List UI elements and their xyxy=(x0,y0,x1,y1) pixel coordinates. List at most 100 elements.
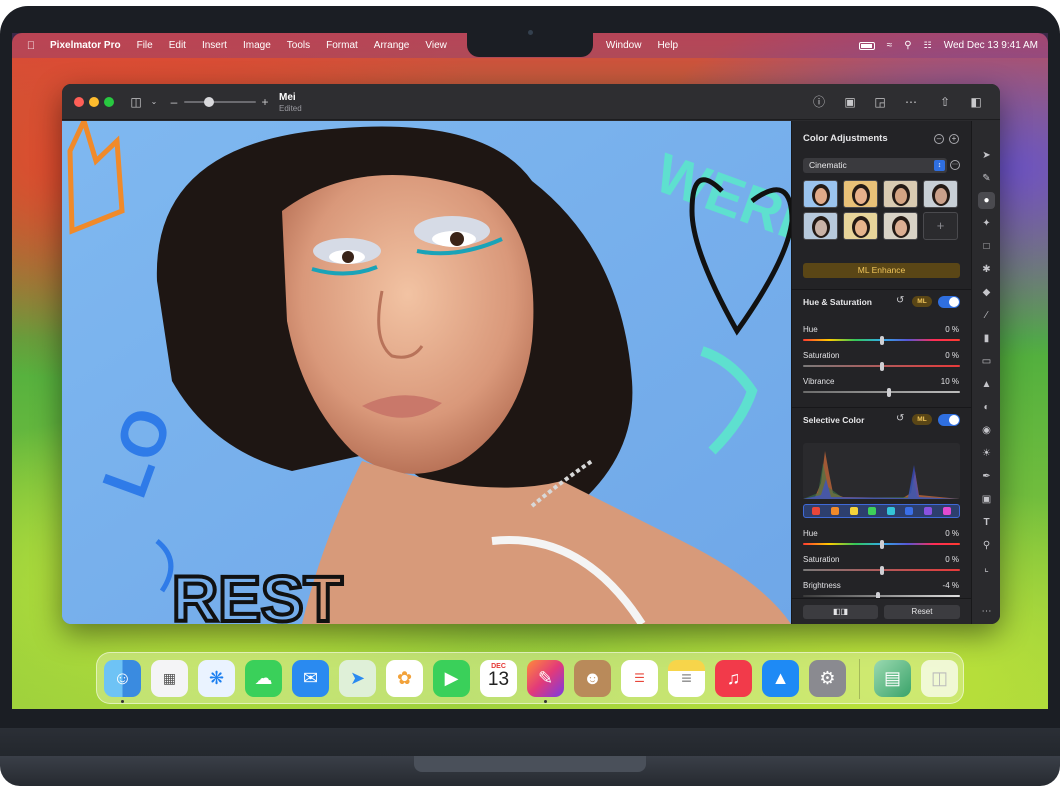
paint-brush-icon[interactable]: ∕ xyxy=(978,307,995,324)
inspector-toggle-icon[interactable]: ◧ xyxy=(967,93,985,111)
preset-thumbnail[interactable] xyxy=(803,212,838,240)
app-store-icon[interactable]: ▲ xyxy=(762,660,799,697)
hue-value[interactable]: 0 % xyxy=(919,325,959,334)
add-adjustment-icon[interactable]: + xyxy=(949,134,959,144)
swatch-red[interactable] xyxy=(812,507,821,515)
launchpad-icon[interactable]: ▦ xyxy=(151,660,188,697)
wifi-icon[interactable]: ≈ xyxy=(887,40,893,51)
menu-clock[interactable]: Wed Dec 13 9:41 AM xyxy=(944,40,1038,51)
clone-icon[interactable]: ◐ xyxy=(978,399,995,416)
ml-enhance-button[interactable]: ML Enhance xyxy=(803,263,960,278)
swatch-orange[interactable] xyxy=(830,507,839,515)
eraser-icon[interactable]: ▭ xyxy=(978,353,995,370)
trash-icon[interactable]: ◫ xyxy=(921,660,958,697)
lighten-tool-icon[interactable]: ☀ xyxy=(978,445,995,462)
preset-thumbnail[interactable] xyxy=(843,212,878,240)
finder-icon[interactable]: ☺ xyxy=(104,660,141,697)
swatch-blue[interactable] xyxy=(905,507,914,515)
share-icon[interactable]: ⇧ xyxy=(936,93,954,111)
menu-file[interactable]: File xyxy=(137,40,153,51)
compare-button[interactable]: ◧◨ xyxy=(803,605,878,619)
minimize-window-button[interactable] xyxy=(89,97,99,107)
calendar-icon[interactable]: DEC 13 xyxy=(480,660,517,697)
music-icon[interactable]: ♫ xyxy=(715,660,752,697)
info-icon[interactable]: ⓘ xyxy=(810,93,828,111)
menu-insert[interactable]: Insert xyxy=(202,40,227,51)
zoom-slider-track[interactable] xyxy=(184,101,256,103)
reset-icon[interactable]: ↺ xyxy=(896,413,904,424)
arrange-tool-icon[interactable]: ➤ xyxy=(978,147,995,164)
preset-thumbnail[interactable] xyxy=(883,180,918,208)
vibrance-slider-knob[interactable] xyxy=(887,388,892,397)
retouch-icon[interactable]: ▲ xyxy=(978,376,995,393)
control-center-icon[interactable]: ☷ xyxy=(924,40,932,51)
maps-icon[interactable]: ➤ xyxy=(339,660,376,697)
preset-thumbnail[interactable] xyxy=(843,180,878,208)
contacts-icon[interactable]: ☻ xyxy=(574,660,611,697)
saturation-slider-knob[interactable] xyxy=(879,362,884,371)
swatch-magenta[interactable] xyxy=(942,507,951,515)
hue-saturation-title[interactable]: Hue & Saturation xyxy=(803,297,872,307)
type-tool-icon[interactable]: T xyxy=(978,514,995,531)
preset-thumbnail[interactable] xyxy=(803,180,838,208)
sc-brightness-value[interactable]: -4 % xyxy=(919,581,959,590)
reminders-icon[interactable]: ☰ xyxy=(621,660,658,697)
apple-menu-icon[interactable]:  xyxy=(24,40,38,52)
zoom-out-icon[interactable]: – xyxy=(170,93,178,111)
preset-dropdown[interactable]: Cinematic ↕ xyxy=(803,158,947,173)
zoom-in-icon[interactable]: + xyxy=(261,93,269,111)
swatch-purple[interactable] xyxy=(924,507,933,515)
sc-saturation-slider-knob[interactable] xyxy=(879,566,884,575)
preset-thumbnail[interactable] xyxy=(883,212,918,240)
swatch-cyan[interactable] xyxy=(886,507,895,515)
shapes-tool-icon[interactable]: ▣ xyxy=(978,491,995,508)
ml-badge[interactable]: ML xyxy=(912,414,932,425)
hue-saturation-toggle[interactable] xyxy=(938,296,960,308)
zoom-tool-icon[interactable]: ⚲ xyxy=(978,537,995,554)
close-window-button[interactable] xyxy=(74,97,84,107)
sidebar-toggle-icon[interactable]: ◫ xyxy=(128,93,144,111)
sc-brightness-slider-track[interactable] xyxy=(803,595,960,597)
menu-window[interactable]: Window xyxy=(606,40,642,51)
downloads-stack-icon[interactable]: ▤ xyxy=(874,660,911,697)
sc-hue-slider-knob[interactable] xyxy=(879,540,884,549)
select-subject-icon[interactable]: ▣ xyxy=(841,93,859,111)
zoom-window-button[interactable] xyxy=(104,97,114,107)
chevron-down-icon[interactable]: ⌄ xyxy=(149,93,159,111)
menu-image[interactable]: Image xyxy=(243,40,271,51)
zoom-slider-thumb[interactable] xyxy=(204,97,214,107)
saturation-value[interactable]: 0 % xyxy=(919,351,959,360)
menu-help[interactable]: Help xyxy=(657,40,678,51)
paint-bucket-icon[interactable]: ▮ xyxy=(978,330,995,347)
preset-more-icon[interactable]: ⋯ xyxy=(950,160,960,170)
system-settings-icon[interactable]: ⚙ xyxy=(809,660,846,697)
facetime-icon[interactable]: ▶ xyxy=(433,660,470,697)
preset-thumbnail[interactable] xyxy=(923,180,958,208)
vibrance-slider-track[interactable] xyxy=(803,391,960,393)
menu-view[interactable]: View xyxy=(425,40,447,51)
sc-saturation-value[interactable]: 0 % xyxy=(919,555,959,564)
add-preset-button[interactable]: + xyxy=(923,212,958,240)
safari-icon[interactable]: ❋ xyxy=(198,660,235,697)
menu-format[interactable]: Format xyxy=(326,40,358,51)
ml-badge[interactable]: ML xyxy=(912,296,932,307)
menu-app-name[interactable]: Pixelmator Pro xyxy=(50,40,121,51)
pixelmator-pro-icon[interactable]: ✎ xyxy=(527,660,564,697)
search-icon[interactable]: ⚲ xyxy=(904,40,911,51)
selective-color-title[interactable]: Selective Color xyxy=(803,415,864,425)
selective-color-toggle[interactable] xyxy=(938,414,960,426)
select-tool-icon[interactable]: □ xyxy=(978,238,995,255)
pen-tool-icon[interactable]: ✒ xyxy=(978,468,995,485)
menu-arrange[interactable]: Arrange xyxy=(374,40,410,51)
menu-edit[interactable]: Edit xyxy=(169,40,186,51)
mail-icon[interactable]: ✉ xyxy=(292,660,329,697)
battery-icon[interactable] xyxy=(858,41,875,50)
blur-tool-icon[interactable]: ◉ xyxy=(978,422,995,439)
menu-tools[interactable]: Tools xyxy=(287,40,310,51)
collapse-all-icon[interactable]: – xyxy=(934,134,944,144)
notes-icon[interactable]: ≡ xyxy=(668,660,705,697)
crop-tool-icon[interactable]: ⌞ xyxy=(978,560,995,577)
photos-icon[interactable]: ✿ xyxy=(386,660,423,697)
more-options-icon[interactable]: ⋯ xyxy=(900,93,922,111)
repair-tool-icon[interactable]: ◆ xyxy=(978,284,995,301)
